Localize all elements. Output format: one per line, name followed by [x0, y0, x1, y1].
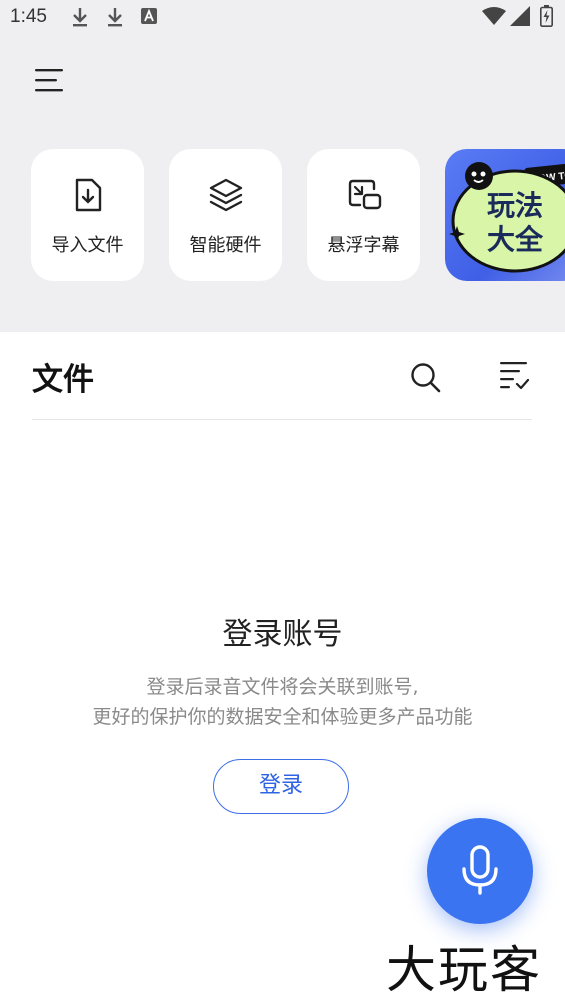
- promo-graphic: HOW TO 玩法 大全: [449, 162, 565, 273]
- watermark: 大玩客: [386, 941, 542, 999]
- signal-icon: [510, 6, 530, 26]
- download-icon: [73, 8, 87, 27]
- login-title: 登录账号: [222, 617, 343, 652]
- file-import-icon: [75, 178, 102, 212]
- search-icon[interactable]: [406, 358, 446, 398]
- promo-title-line1: 玩法: [487, 189, 543, 222]
- status-bar: 1:45: [0, 0, 565, 34]
- floating-subtitle-label: 悬浮字幕: [327, 235, 400, 256]
- smart-hardware-card[interactable]: 智能硬件: [169, 149, 282, 281]
- files-title: 文件: [32, 362, 94, 398]
- import-file-label: 导入文件: [51, 235, 124, 256]
- files-divider: [32, 419, 532, 420]
- record-button[interactable]: [427, 818, 533, 924]
- font-a-icon: [141, 8, 157, 24]
- login-description-line1: 登录后录音文件将会关联到账号,: [146, 676, 419, 698]
- import-file-card[interactable]: 导入文件: [31, 149, 144, 281]
- menu-icon[interactable]: [30, 64, 70, 98]
- guide-promo-card[interactable]: HOW TO 玩法 大全: [445, 149, 565, 281]
- status-time: 1:45: [10, 6, 47, 27]
- promo-title-line2: 大全: [487, 223, 544, 256]
- wifi-icon: [482, 7, 506, 25]
- picture-in-picture-icon: [348, 179, 382, 210]
- smart-hardware-label: 智能硬件: [189, 235, 262, 256]
- microphone-icon: [462, 845, 498, 895]
- floating-subtitle-card[interactable]: 悬浮字幕: [307, 149, 420, 281]
- layers-icon: [209, 178, 243, 212]
- download-icon: [108, 8, 122, 27]
- files-header: 文件: [0, 332, 565, 420]
- battery-charging-icon: [540, 5, 553, 27]
- sort-list-icon[interactable]: [494, 356, 534, 396]
- login-description-line2: 更好的保护你的数据安全和体验更多产品功能: [92, 706, 473, 728]
- login-button[interactable]: 登录: [213, 759, 349, 814]
